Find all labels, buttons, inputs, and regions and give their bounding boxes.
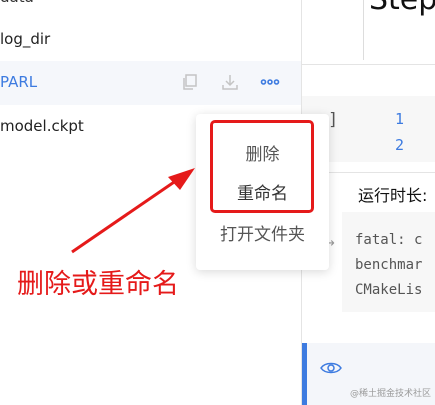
file-row-log-dir[interactable]: log_dir [0,18,301,62]
active-indicator [302,343,307,405]
file-row-parl[interactable]: PARL [0,61,301,105]
annotation-text: 删除或重命名 [17,269,179,300]
log-line: fatal: c [355,232,423,248]
log-line: benchmar [355,257,423,273]
divider [302,64,435,65]
more-icon[interactable] [259,71,281,93]
row-actions [179,71,281,93]
file-name: log_dir [0,30,51,48]
watermark: @稀土掘金技术社区 [349,389,431,399]
file-name: data [0,0,34,6]
line-number: 1 [395,110,405,128]
file-name: model.ckpt [0,117,84,135]
header-divider [363,0,364,60]
copy-icon[interactable] [179,71,201,93]
highlight-box [210,120,314,213]
eye-icon[interactable] [320,360,342,380]
runtime-label: 运行时长: [358,186,428,205]
download-icon[interactable] [219,71,241,93]
log-line: CMakeLis [355,282,423,298]
page-title: Step [369,0,435,17]
menu-item-open-folder[interactable]: 打开文件夹 [196,220,329,245]
cell-bracket: ] [328,110,339,130]
line-number: 2 [395,136,405,154]
file-name: PARL [0,73,38,91]
